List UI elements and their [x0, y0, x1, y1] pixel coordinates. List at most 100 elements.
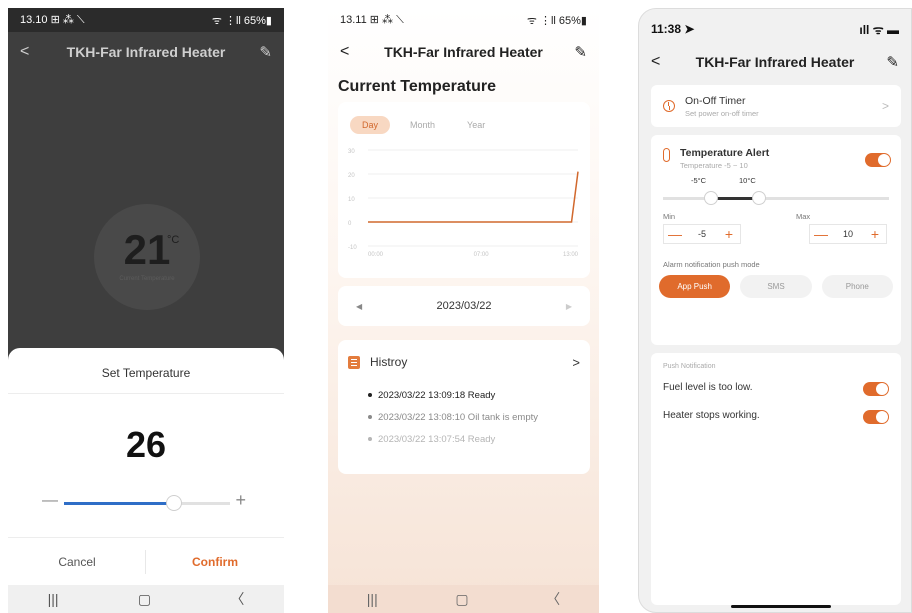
range-labels: -5°C 10°C — [651, 170, 901, 188]
history-item-text: 2023/03/22 13:09:18 Ready — [378, 389, 496, 401]
max-value[interactable]: 10 — [843, 229, 853, 239]
mode-phone-button[interactable]: Phone — [821, 275, 893, 298]
min-decrease-button[interactable]: — — [664, 226, 686, 242]
system-nav-bar: ||| ▢ 〈 — [328, 585, 599, 613]
tab-year[interactable]: Year — [455, 116, 497, 134]
edit-pencil-icon[interactable]: ✎ — [574, 43, 587, 61]
mode-app-push-button[interactable]: App Push — [659, 275, 731, 298]
nav-bar: < TKH-Far Infrared Heater ✎ — [639, 45, 911, 79]
system-back-icon[interactable]: 〈 — [230, 589, 244, 609]
history-item: 2023/03/22 13:08:10 Oil tank is empty — [338, 406, 590, 428]
history-list-icon — [348, 355, 360, 369]
status-time: 13.11 ⊞ ⁂ ⟍ — [340, 14, 404, 26]
temperature-line-chart: 30 20 10 0 -10 00:00 07:00 13:00 — [348, 149, 579, 258]
target-temperature-value: 26 — [125, 424, 167, 465]
status-time: 11:38 ➤ — [651, 22, 695, 36]
min-stepper: — -5 + — [663, 224, 741, 244]
max-increase-button[interactable]: + — [864, 226, 886, 242]
tab-day[interactable]: Day — [350, 116, 391, 134]
divider — [145, 550, 146, 574]
x-tick-label: 00:00 — [368, 252, 384, 258]
nav-bar: < TKH-Far Infrared Heater ✎ — [8, 32, 284, 72]
chevron-right-icon[interactable]: > — [882, 99, 889, 113]
history-title: Histroy — [370, 355, 408, 369]
sheet-title: Set Temperature — [8, 348, 284, 394]
thermometer-icon — [663, 148, 670, 162]
push-notification-caption: Push Notification — [663, 363, 716, 370]
tab-month[interactable]: Month — [398, 116, 447, 134]
on-off-timer-row[interactable]: On-Off Timer Set power on-off timer > — [651, 85, 901, 127]
min-increase-button[interactable]: + — [718, 226, 740, 242]
max-decrease-button[interactable]: — — [810, 226, 832, 242]
temperature-range-slider[interactable] — [651, 188, 901, 208]
recent-apps-icon[interactable]: ||| — [367, 591, 378, 607]
alert-toggle[interactable] — [865, 153, 891, 167]
temperature-chart: 30 20 10 0 -10 00:00 07:00 13:00 — [338, 134, 590, 273]
range-min-handle[interactable] — [704, 191, 718, 205]
home-icon[interactable]: ▢ — [138, 591, 151, 608]
history-list: 2023/03/22 13:09:18 Ready 2023/03/22 13:0… — [338, 384, 590, 450]
heater-stops-toggle[interactable] — [863, 410, 889, 424]
current-temperature-caption: Current Temperature — [119, 276, 175, 282]
previous-date-icon[interactable]: ◀ — [356, 302, 362, 311]
back-arrow-icon[interactable]: < — [651, 53, 660, 71]
cancel-button[interactable]: Cancel — [8, 555, 146, 569]
back-arrow-icon[interactable]: < — [340, 43, 349, 61]
push-item-label: Fuel level is too low. — [663, 382, 753, 393]
temperature-unit: °C — [167, 234, 180, 246]
range-max-handle[interactable] — [752, 191, 766, 205]
y-tick-label: 20 — [348, 173, 355, 179]
bullet-dot-icon — [368, 437, 372, 441]
phone-set-temperature: 13.10 ⊞ ⁂ ⟍ ᯤ ⋮ll 65%▮ < TKH-Far Infrare… — [8, 8, 284, 613]
range-track[interactable] — [663, 197, 889, 200]
slider-handle[interactable] — [165, 495, 182, 511]
y-tick-label: 30 — [348, 149, 355, 155]
chevron-right-icon[interactable]: > — [572, 355, 580, 370]
decrease-icon[interactable]: — — [42, 492, 58, 510]
status-right: ᯤ ⋮ll 65%▮ — [211, 14, 272, 27]
edit-pencil-icon[interactable]: ✎ — [259, 43, 272, 61]
status-time: 13.10 ⊞ ⁂ ⟍ — [20, 14, 85, 26]
y-tick-label: 10 — [348, 197, 355, 203]
timer-subtitle: Set power on-off timer — [685, 108, 759, 118]
current-temperature-value: 21 — [123, 226, 171, 273]
edit-pencil-icon[interactable]: ✎ — [886, 53, 899, 71]
phone-alert-settings: 11:38 ➤ ıll ᯤ ▬ < TKH-Far Infrared Heate… — [638, 8, 912, 613]
home-icon[interactable]: ▢ — [455, 591, 468, 608]
back-arrow-icon[interactable]: < — [20, 43, 29, 61]
alert-subtitle: Temperature -5 ~ 10 — [680, 161, 748, 170]
sheet-actions: Cancel Confirm — [8, 537, 284, 585]
slider-fill — [64, 502, 174, 505]
phone-current-temperature: 13.11 ⊞ ⁂ ⟍ ᯤ ⋮ll 65%▮ < TKH-Far Infrare… — [328, 8, 599, 613]
history-header[interactable]: Histroy > — [338, 340, 590, 384]
temperature-alert-card: Temperature Alert Temperature -5 ~ 10 -5… — [651, 135, 901, 345]
next-date-icon[interactable]: ▶ — [566, 302, 572, 311]
bullet-dot-icon — [368, 415, 372, 419]
current-temperature-dial: 21 °C Current Temperature — [94, 204, 200, 310]
push-item-fuel-low: Fuel level is too low. — [651, 376, 901, 404]
selected-date: 2023/03/22 — [436, 300, 492, 312]
status-right: ᯤ ⋮ll 65%▮ — [526, 14, 587, 27]
min-value[interactable]: -5 — [698, 229, 706, 239]
alert-title: Temperature Alert — [680, 147, 770, 159]
status-bar: 13.11 ⊞ ⁂ ⟍ ᯤ ⋮ll 65%▮ — [328, 8, 599, 32]
status-right: ıll ᯤ ▬ — [859, 22, 899, 37]
temperature-series-line — [368, 171, 579, 223]
x-tick-label: 07:00 — [474, 252, 490, 258]
mode-sms-button[interactable]: SMS — [740, 275, 812, 298]
push-mode-label: Alarm notification push mode — [663, 260, 760, 269]
temperature-slider[interactable]: — + — [8, 484, 284, 524]
push-item-heater-stops: Heater stops working. — [651, 404, 901, 432]
page-title: TKH-Far Infrared Heater — [66, 44, 226, 60]
increase-icon[interactable]: + — [235, 490, 246, 511]
max-label: Max — [796, 212, 811, 221]
recent-apps-icon[interactable]: ||| — [48, 591, 59, 607]
bullet-dot-icon — [368, 393, 372, 397]
confirm-button[interactable]: Confirm — [146, 555, 284, 569]
system-back-icon[interactable]: 〈 — [546, 589, 560, 609]
page-title: TKH-Far Infrared Heater — [384, 44, 543, 60]
fuel-low-toggle[interactable] — [863, 382, 889, 396]
home-indicator[interactable] — [731, 605, 831, 608]
history-item: 2023/03/22 13:07:54 Ready — [338, 428, 590, 450]
push-item-label: Heater stops working. — [663, 410, 760, 421]
